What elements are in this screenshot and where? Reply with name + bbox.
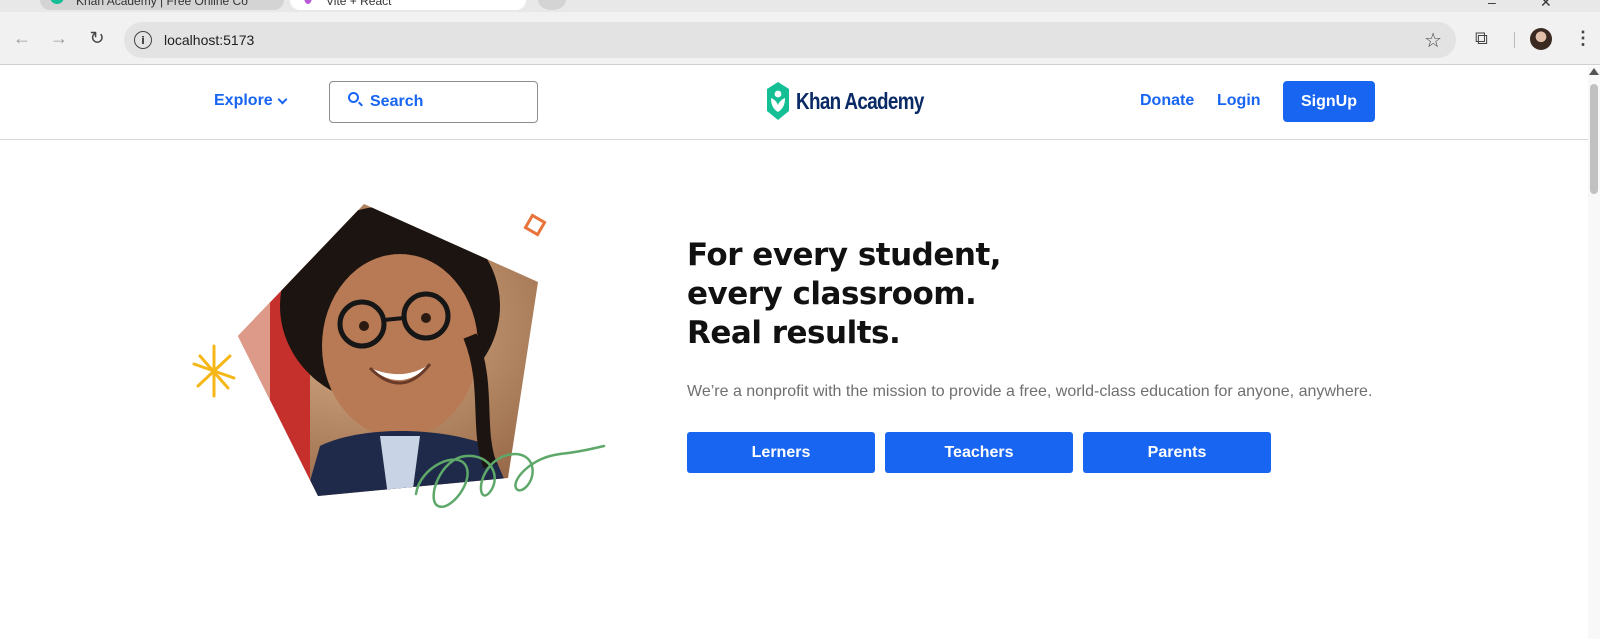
search-icon (348, 92, 359, 103)
login-link[interactable]: Login (1217, 92, 1261, 110)
scroll-up-arrow-icon[interactable] (1589, 68, 1599, 75)
forward-arrow-icon[interactable]: → (47, 26, 71, 50)
close-window-icon[interactable]: ✕ (1540, 0, 1552, 11)
hero-tagline: We’re a nonprofit with the mission to pr… (687, 383, 1373, 400)
student-photo (238, 204, 538, 496)
khan-leaf-icon (767, 82, 789, 120)
browser-tab-khan[interactable]: Khan Academy | Free Online Co (40, 0, 284, 10)
donate-link[interactable]: Donate (1140, 92, 1194, 110)
diamond-decoration (523, 213, 547, 237)
address-bar[interactable]: i localhost:5173 ☆ (124, 22, 1456, 58)
extensions-icon[interactable]: ⧉ (1475, 28, 1488, 49)
hero-illustration (192, 204, 606, 508)
search-label: Search (370, 93, 424, 110)
page-viewport: Explore Search Khan Academy Donate Login… (0, 66, 1588, 639)
headline-line: For every student, (687, 237, 1002, 273)
site-header: Explore Search Khan Academy Donate Login… (0, 66, 1588, 140)
browser-toolbar: ← → ↻ i localhost:5173 ☆ ⧉ ⋮ (0, 12, 1600, 65)
minimize-icon[interactable]: ‒ (1488, 0, 1496, 10)
signup-button[interactable]: SignUp (1283, 81, 1375, 122)
back-arrow-icon[interactable]: ← (10, 26, 34, 50)
page-scrollbar[interactable] (1588, 66, 1600, 639)
toolbar-divider (1514, 32, 1515, 48)
learners-button[interactable]: Lerners (687, 432, 875, 473)
vite-icon (304, 0, 312, 4)
explore-menu[interactable]: Explore (214, 92, 288, 110)
browser-menu-icon[interactable]: ⋮ (1574, 28, 1592, 49)
profile-avatar[interactable] (1530, 28, 1552, 50)
teachers-button[interactable]: Teachers (885, 432, 1073, 473)
explore-label: Explore (214, 92, 273, 109)
browser-tab-vite[interactable]: Vite + React (290, 0, 526, 10)
headline-line: Real results. (687, 315, 901, 351)
browser-tab-title: Khan Academy | Free Online Co (76, 0, 248, 8)
browser-tabstrip: Khan Academy | Free Online Co Vite + Rea… (0, 0, 1600, 12)
khan-leaf-icon (50, 0, 64, 4)
browser-tab-title: Vite + React (326, 0, 392, 8)
khan-academy-logo[interactable]: Khan Academy (766, 80, 952, 122)
new-tab-button[interactable] (538, 0, 566, 10)
parents-button[interactable]: Parents (1083, 432, 1271, 473)
bookmark-star-icon[interactable]: ☆ (1424, 28, 1442, 53)
headline-line: every classroom. (687, 276, 977, 312)
scrollbar-thumb[interactable] (1590, 84, 1598, 194)
logo-text: Khan Academy (796, 87, 924, 114)
search-box[interactable]: Search (329, 81, 538, 123)
site-info-icon[interactable]: i (134, 31, 152, 49)
star-decoration (192, 344, 236, 398)
hero-headline: For every student, every classroom. Real… (687, 236, 1002, 353)
reload-icon[interactable]: ↻ (85, 26, 109, 50)
address-url[interactable]: localhost:5173 (164, 32, 254, 48)
chevron-down-icon (277, 94, 288, 104)
